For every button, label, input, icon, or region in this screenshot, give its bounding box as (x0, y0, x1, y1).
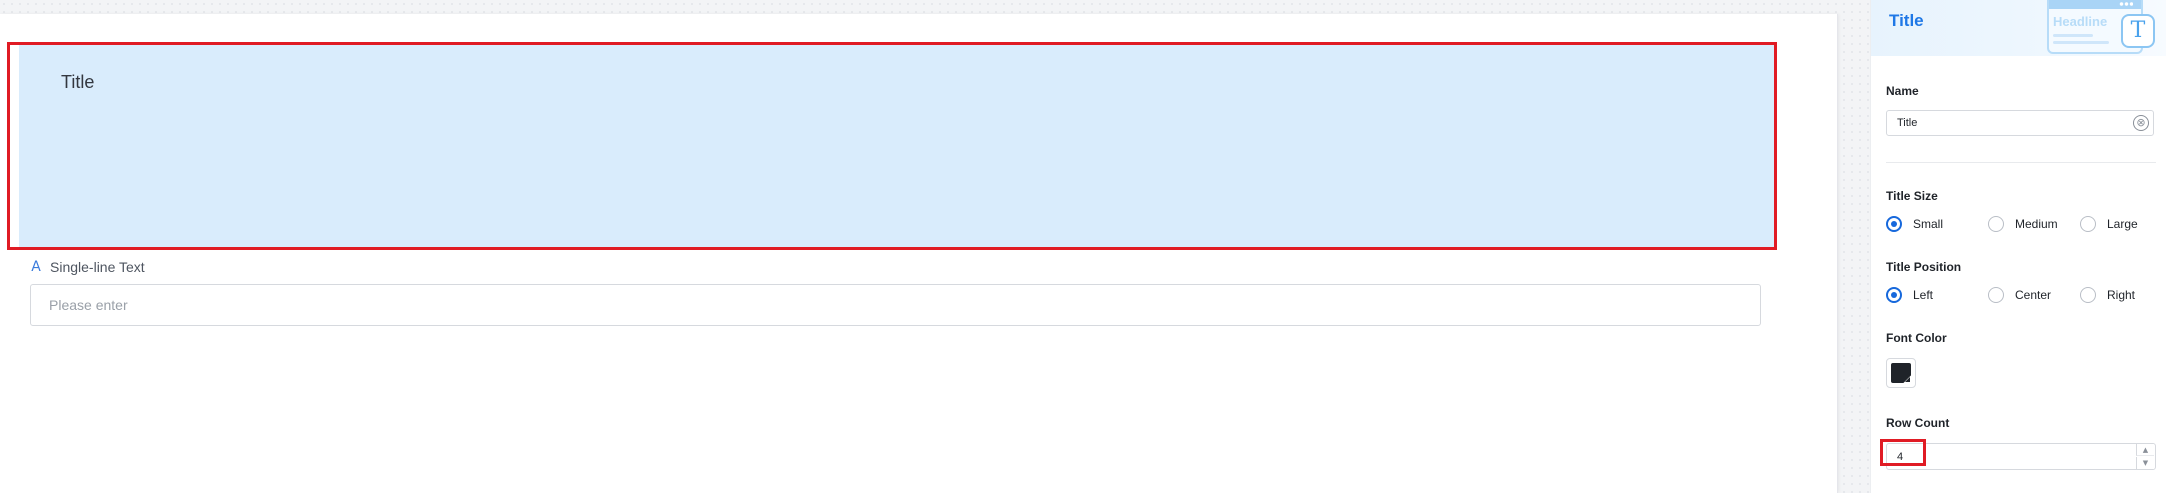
radio-unchecked-icon[interactable] (2080, 216, 2096, 232)
title-size-label: Title Size (1886, 189, 1938, 203)
radio-unchecked-icon[interactable] (1988, 216, 2004, 232)
text-type-icon: A (31, 259, 41, 275)
title-position-label: Title Position (1886, 260, 1962, 274)
radio-label: Right (2107, 288, 2136, 302)
title-size-option-medium[interactable]: Medium (1988, 216, 2058, 232)
title-position-option-center[interactable]: Center (1988, 287, 2051, 303)
title-size-option-small[interactable]: Small (1886, 216, 1943, 232)
font-color-label: Font Color (1886, 331, 1947, 345)
title-component-text: Title (61, 72, 95, 92)
title-component-body[interactable]: Title (19, 45, 1774, 247)
radio-unchecked-icon[interactable] (2080, 287, 2096, 303)
radio-checked-icon[interactable] (1886, 216, 1902, 232)
panel-header: Title Headline T (1871, 0, 2166, 56)
single-line-field-label: Single-line Text (50, 259, 145, 275)
section-divider (1886, 162, 2156, 163)
illustration-headline-word: Headline (2053, 14, 2108, 29)
form-canvas: Title A Single-line Text (0, 14, 1838, 493)
color-picker-corner-icon (1905, 377, 1910, 382)
radio-checked-icon[interactable] (1886, 287, 1902, 303)
title-size-option-large[interactable]: Large (2080, 216, 2138, 232)
title-position-radio-group: Left Center Right (1886, 287, 2156, 303)
row-count-input[interactable] (1886, 443, 2156, 470)
font-color-picker[interactable] (1886, 358, 1916, 388)
radio-label: Left (1913, 288, 1934, 302)
row-count-label: Row Count (1886, 416, 1950, 430)
radio-label: Center (2015, 288, 2052, 302)
panel-title: Title (1889, 11, 1924, 30)
increment-arrow-icon[interactable]: ▲ (2136, 444, 2154, 456)
clear-icon[interactable]: ⊗ (2133, 115, 2149, 131)
radio-unchecked-icon[interactable] (1988, 287, 2004, 303)
text-t-icon: T (2121, 14, 2155, 48)
single-line-field-header: A Single-line Text (30, 259, 145, 275)
decrement-arrow-icon[interactable]: ▼ (2136, 457, 2154, 469)
title-position-option-left[interactable]: Left (1886, 287, 1933, 303)
radio-label: Small (1913, 217, 1944, 231)
title-component-selected[interactable]: Title (7, 42, 1777, 250)
radio-label: Medium (2015, 217, 2058, 231)
single-line-text-input[interactable] (30, 284, 1761, 326)
properties-panel: Title Headline T Name ⊗ Title Size Small… (1870, 0, 2166, 493)
name-label: Name (1886, 84, 1919, 98)
radio-label: Large (2107, 217, 2138, 231)
illustration-titlebar (2049, 0, 2141, 9)
title-position-option-right[interactable]: Right (2080, 287, 2135, 303)
name-input[interactable] (1886, 110, 2154, 136)
title-size-radio-group: Small Medium Large (1886, 216, 2156, 232)
